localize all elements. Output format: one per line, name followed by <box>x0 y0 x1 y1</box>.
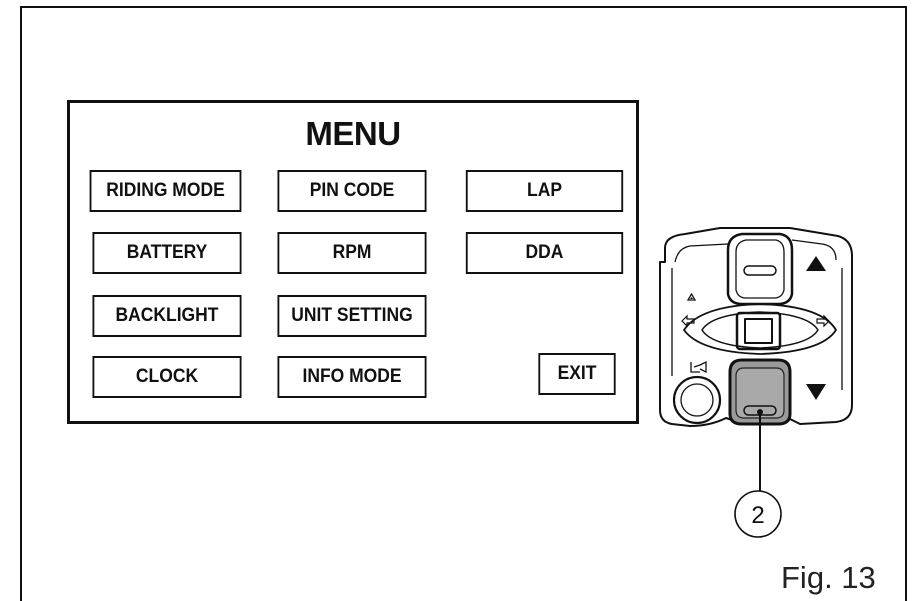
horn-button-inner <box>680 383 714 417</box>
joystick-button-center <box>744 318 773 344</box>
housing-inner-trim-left <box>674 243 729 263</box>
horn-icon <box>690 360 707 374</box>
housing-inner-trim-right <box>791 239 837 261</box>
callout-leader-dot <box>757 409 763 415</box>
figure-stage: MENU RIDING MODE PIN CODE LAP BATTERY RP… <box>0 0 913 601</box>
down-arrow-icon <box>806 384 826 400</box>
up-button-slot <box>743 265 777 276</box>
callout-number: 2 <box>751 502 764 529</box>
up-arrow-icon <box>806 256 826 271</box>
figure-caption: Fig. 13 <box>781 560 876 595</box>
hazard-triangle-icon <box>686 292 697 301</box>
up-button-inner <box>735 239 785 299</box>
handlebar-switch-diagram: 2 <box>659 227 853 538</box>
